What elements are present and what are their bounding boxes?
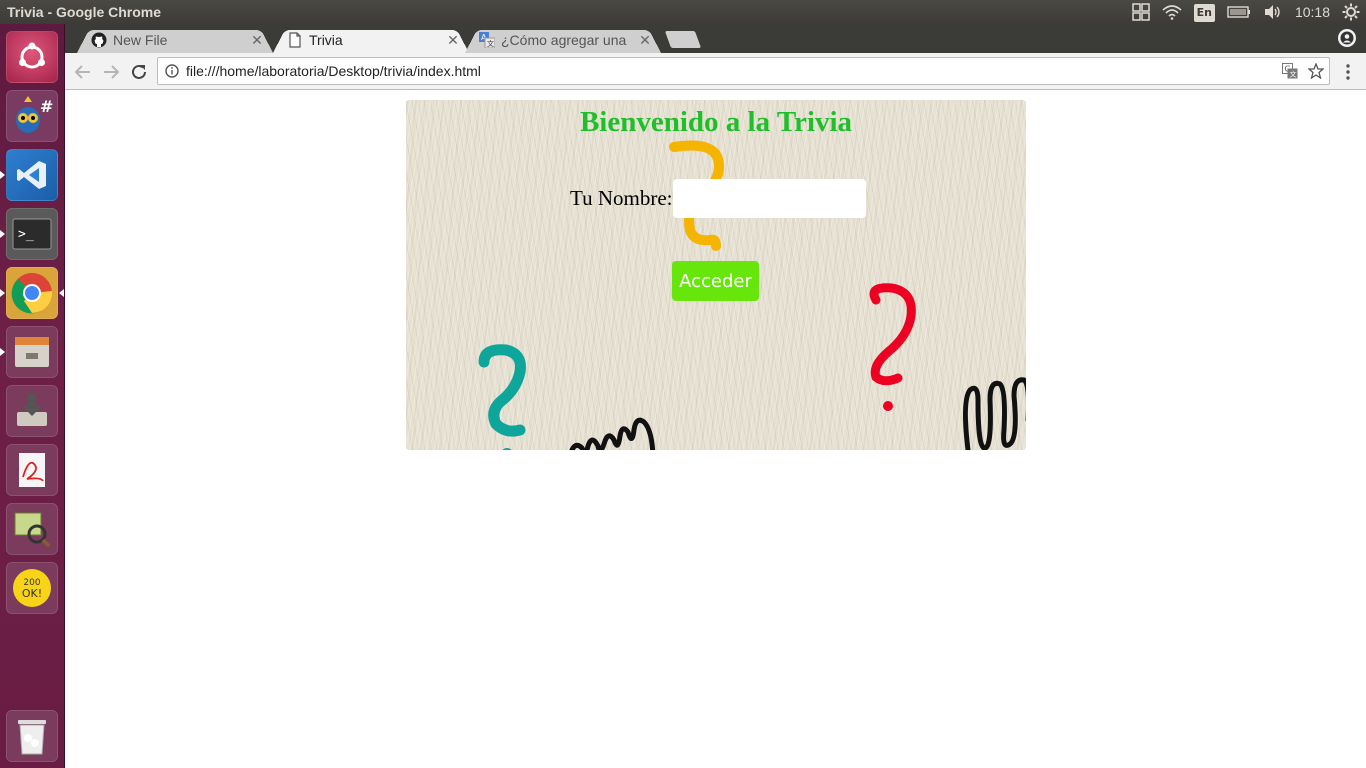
info-icon[interactable] <box>164 63 180 79</box>
system-top-panel: Trivia - Google Chrome En 10:18 <box>0 0 1366 24</box>
red-question-dot <box>883 401 893 411</box>
close-icon[interactable]: ✕ <box>445 32 461 48</box>
reload-icon[interactable] <box>128 61 150 83</box>
browser-tab-strip: New File ✕ Trivia ✕ A文 ¿Cómo agregar una… <box>65 24 1366 53</box>
github-icon <box>91 32 107 48</box>
active-indicator <box>59 289 64 297</box>
black-scribble-right <box>962 377 1026 450</box>
app-200ok-icon[interactable]: 200 OK! <box>6 562 58 614</box>
settings-gear-icon[interactable] <box>1342 0 1360 24</box>
url-text[interactable]: file:///home/laboratoria/Desktop/trivia/… <box>186 63 481 79</box>
welcome-title: Bienvenido a la Trivia <box>579 106 853 138</box>
name-label: Tu Nombre: <box>570 186 673 210</box>
teal-question-dot <box>502 448 512 450</box>
document-viewer-icon[interactable] <box>6 444 58 496</box>
window-title: Trivia - Google Chrome <box>7 4 162 20</box>
red-question-mark <box>869 283 916 386</box>
svg-text:OK!: OK! <box>22 587 42 600</box>
svg-text:文: 文 <box>487 39 494 48</box>
tab-new-file[interactable]: New File ✕ <box>77 27 273 53</box>
keyboard-layout-indicator[interactable]: En <box>1193 3 1215 22</box>
tab-trivia[interactable]: Trivia ✕ <box>273 27 469 53</box>
clock[interactable]: 10:18 <box>1295 0 1330 24</box>
unity-launcher: # >_ 200 OK! <box>0 24 65 768</box>
back-arrow-icon[interactable] <box>72 61 94 83</box>
forward-arrow-icon[interactable] <box>100 61 122 83</box>
close-icon[interactable]: ✕ <box>249 32 265 48</box>
profile-icon[interactable] <box>1338 29 1356 47</box>
running-indicator <box>0 171 5 179</box>
trivia-card: Bienvenido a la Trivia Tu Nombre: Accede… <box>406 100 1026 450</box>
page-icon <box>287 32 303 48</box>
running-indicator <box>0 348 5 356</box>
volume-icon[interactable] <box>1263 0 1283 24</box>
terminal-icon[interactable]: >_ <box>6 208 58 260</box>
running-indicator <box>0 230 5 238</box>
acceder-button[interactable]: Acceder <box>672 261 759 301</box>
vscode-icon[interactable] <box>6 149 58 201</box>
new-tab-button[interactable] <box>664 31 702 48</box>
windows-layout-icon[interactable] <box>1131 0 1150 24</box>
browser-toolbar: file:///home/laboratoria/Desktop/trivia/… <box>65 53 1366 90</box>
black-scribble-left <box>569 417 656 450</box>
tab-como-agregar[interactable]: A文 ¿Cómo agregar una ✕ <box>465 27 661 53</box>
name-input[interactable] <box>672 179 866 218</box>
wifi-icon[interactable] <box>1162 0 1182 24</box>
page-viewport: Bienvenido a la Trivia Tu Nombre: Accede… <box>65 90 1366 768</box>
teal-question-mark <box>478 344 526 437</box>
svg-text:>_: >_ <box>18 227 34 242</box>
svg-text:文: 文 <box>1290 70 1297 79</box>
battery-icon[interactable] <box>1227 0 1251 24</box>
ubuntu-dash-icon[interactable] <box>6 31 58 83</box>
installer-icon[interactable] <box>6 385 58 437</box>
close-icon[interactable]: ✕ <box>637 32 653 48</box>
indicator-area: En 10:18 <box>1126 0 1366 24</box>
translate-icon: A文 <box>479 32 495 48</box>
name-form-row: Tu Nombre: <box>570 179 866 218</box>
image-viewer-icon[interactable] <box>6 503 58 555</box>
tab-title: Trivia <box>309 32 343 48</box>
running-indicator <box>0 289 5 297</box>
svg-text:#: # <box>40 97 53 116</box>
tab-title: ¿Cómo agregar una <box>501 32 627 48</box>
monodevelop-icon[interactable]: # <box>6 90 58 142</box>
translate-page-icon[interactable]: G文 <box>1281 62 1299 80</box>
address-bar[interactable]: file:///home/laboratoria/Desktop/trivia/… <box>157 57 1330 85</box>
tab-title: New File <box>113 32 168 48</box>
chrome-icon[interactable] <box>6 267 58 319</box>
files-icon[interactable] <box>6 326 58 378</box>
bookmark-star-icon[interactable] <box>1307 62 1325 80</box>
browser-menu-icon[interactable] <box>1340 62 1356 82</box>
trash-icon[interactable] <box>6 710 58 762</box>
